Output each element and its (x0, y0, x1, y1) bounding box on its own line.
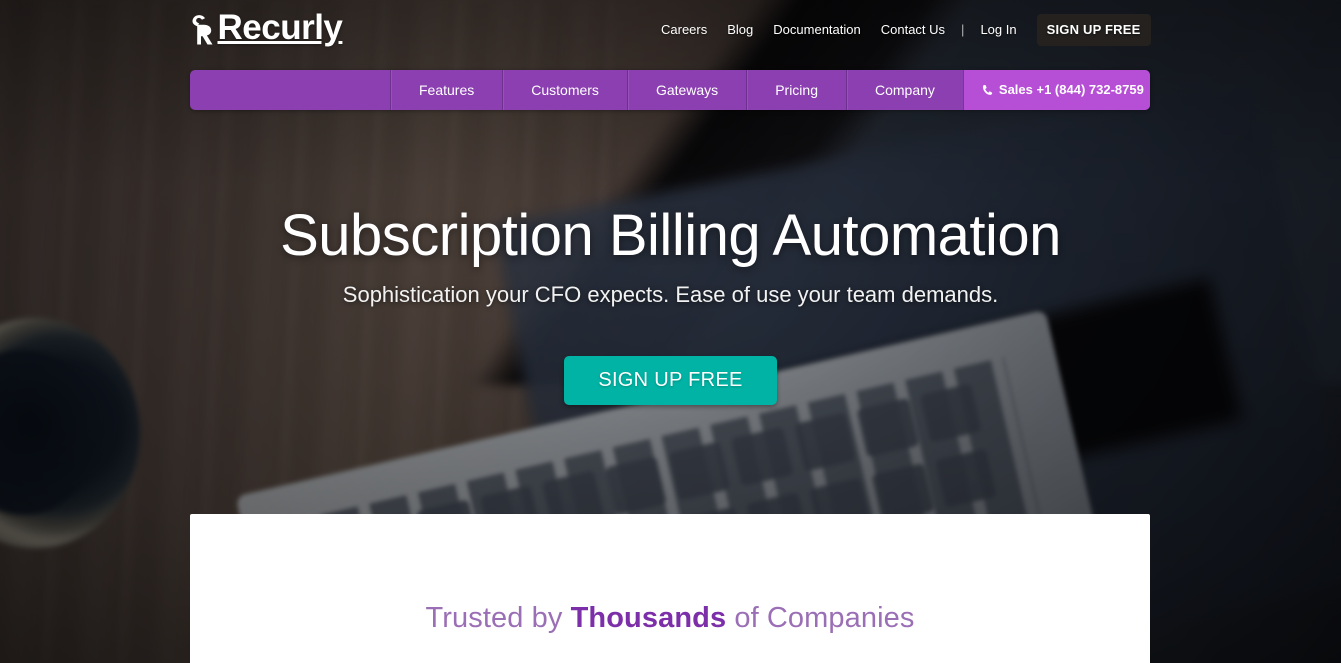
phone-icon (982, 85, 993, 95)
top-utility-bar: Recurly Careers Blog Documentation Conta… (0, 0, 1341, 62)
recurly-logo[interactable]: Recurly (191, 8, 343, 46)
nav-left-spacer (190, 70, 390, 110)
trusted-prefix: Trusted by (425, 602, 571, 634)
nav-item-company[interactable]: Company (845, 70, 963, 110)
trusted-by-heading: Trusted by Thousands of Companies (190, 514, 1150, 635)
nav-item-gateways[interactable]: Gateways (626, 70, 746, 110)
sales-phone-button[interactable]: Sales +1 (844) 732-8759 (962, 70, 1150, 110)
top-nav: Careers Blog Documentation Contact Us | … (651, 14, 1151, 46)
recurly-r-icon (191, 8, 217, 46)
trusted-emphasis: Thousands (570, 602, 727, 634)
topnav-link-contact-us[interactable]: Contact Us (871, 14, 955, 46)
nav-item-features[interactable]: Features (390, 70, 502, 110)
main-nav-bar: Features Customers Gateways Pricing Comp… (190, 70, 1150, 110)
hero-title: Subscription Billing Automation (280, 203, 1061, 268)
hero-subtitle: Sophistication your CFO expects. Ease of… (342, 282, 999, 308)
topnav-link-careers[interactable]: Careers (651, 14, 717, 46)
topnav-link-blog[interactable]: Blog (717, 14, 763, 46)
trusted-by-card: Trusted by Thousands of Companies (190, 514, 1150, 663)
topnav-link-login[interactable]: Log In (970, 14, 1026, 46)
hero-signup-button[interactable]: SIGN UP FREE (564, 356, 777, 406)
landing-page: Recurly Careers Blog Documentation Conta… (0, 0, 1341, 663)
trusted-suffix: of Companies (726, 602, 915, 634)
nav-item-pricing[interactable]: Pricing (746, 70, 846, 110)
sales-phone-label: Sales +1 (844) 732-8759 (998, 82, 1144, 97)
topnav-link-documentation[interactable]: Documentation (763, 14, 870, 46)
topnav-divider: | (961, 22, 965, 37)
nav-item-customers[interactable]: Customers (502, 70, 627, 110)
topnav-signup-button[interactable]: SIGN UP FREE (1036, 14, 1151, 46)
logo-wordmark: Recurly (217, 7, 343, 47)
